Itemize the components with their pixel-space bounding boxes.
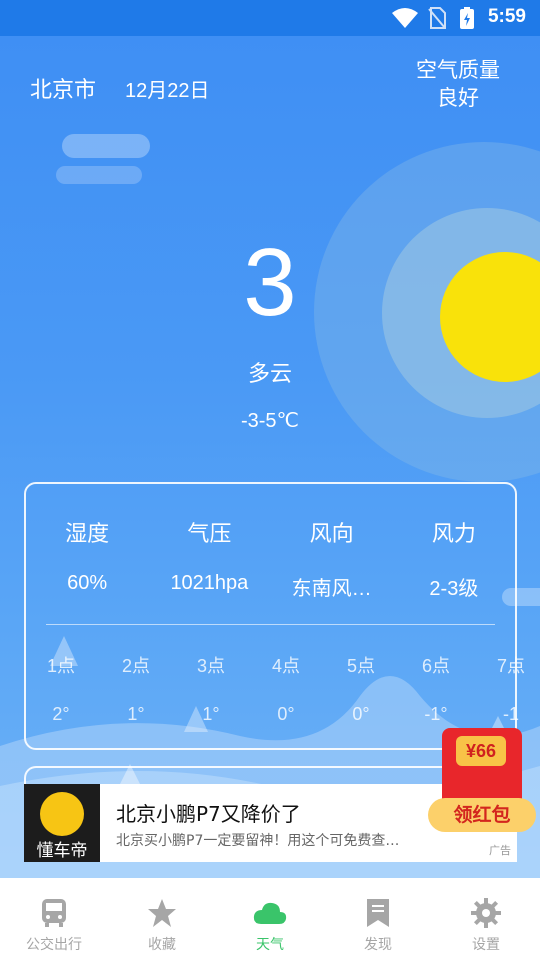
hour-temp: -1 <box>502 704 519 724</box>
status-time: 5:59 <box>487 6 526 27</box>
temperature-range: -3-5℃ <box>240 410 300 432</box>
hour-temp: 1° <box>127 704 145 724</box>
hour-temp: 0° <box>352 704 370 724</box>
tab-favorites[interactable]: 收藏 <box>108 878 216 960</box>
air-quality-label: 空气质量 <box>416 58 500 82</box>
wind-direction-label: 风向 <box>309 522 354 547</box>
hour-label: 5点 <box>346 656 375 676</box>
hour-label: 1点 <box>46 656 75 676</box>
weather-details-card: 湿度 气压 风向 风力 60% 1021hpa 东南风… 2-3级 1点 2点 … <box>24 482 525 750</box>
ad-title: 北京小鹏P7又降价了 <box>116 802 301 826</box>
tab-discover[interactable]: 发现 <box>324 878 432 960</box>
status-bar: 5:59 <box>0 0 540 36</box>
star-icon <box>148 899 176 927</box>
hour-temp: 1° <box>202 704 220 724</box>
tab-label: 天气 <box>256 937 284 953</box>
weather-panel: 北京市 12月22日 空气质量 良好 3 多云 -3-5℃ 湿度 气压 风向 风… <box>0 36 540 878</box>
details-header-row: 湿度 气压 风向 风力 <box>26 516 515 548</box>
ad-tag: 广告 <box>489 844 511 857</box>
tab-settings[interactable]: 设置 <box>432 878 540 960</box>
divider <box>46 624 495 625</box>
air-quality: 空气质量 良好 <box>398 56 518 112</box>
wind-force-value: 2-3级 <box>429 578 479 600</box>
ad-brand-name: 懂车帝 <box>36 841 88 861</box>
red-packet-widget[interactable]: ¥66 领红包 <box>428 724 536 834</box>
tab-label: 设置 <box>472 937 500 953</box>
tab-weather[interactable]: 天气 <box>216 878 324 960</box>
city-name[interactable]: 北京市 <box>30 72 96 104</box>
current-date: 12月22日 <box>125 80 210 102</box>
tab-label: 公交出行 <box>26 937 82 953</box>
wind-force-label: 风力 <box>431 522 476 547</box>
cloud-icon <box>56 166 142 184</box>
bus-icon <box>42 899 66 927</box>
hour-label: 2点 <box>121 656 150 676</box>
pressure-label: 气压 <box>187 522 232 547</box>
humidity-label: 湿度 <box>65 522 110 547</box>
claim-red-packet-button[interactable]: 领红包 <box>428 798 536 832</box>
tab-bus[interactable]: 公交出行 <box>0 878 108 960</box>
air-quality-level: 良好 <box>437 86 479 110</box>
hour-temp: 2° <box>52 704 70 724</box>
current-temperature: 3 <box>243 229 297 336</box>
bottom-tab-bar: 公交出行 收藏 天气 发现 设置 <box>0 878 540 960</box>
no-sim-icon <box>428 7 446 29</box>
battery-icon <box>460 7 474 29</box>
cloud-icon <box>62 134 150 158</box>
bookmark-icon <box>367 899 389 927</box>
ad-brand-logo: 懂车帝 <box>24 784 100 862</box>
wifi-icon <box>392 8 418 28</box>
ad-description: 北京买小鹏P7一定要留神！用这个可免费查… <box>116 833 400 849</box>
hour-label: 6点 <box>421 656 450 676</box>
hour-temp: 0° <box>277 704 295 724</box>
wind-direction-value: 东南风… <box>291 578 372 600</box>
pressure-value: 1021hpa <box>170 572 249 594</box>
tab-label: 发现 <box>364 937 392 953</box>
hour-label: 4点 <box>271 656 300 676</box>
gear-icon <box>471 898 501 928</box>
weather-condition: 多云 <box>247 362 292 387</box>
steering-wheel-icon <box>40 792 84 836</box>
humidity-value: 60% <box>67 572 108 594</box>
cloud-icon <box>253 902 287 924</box>
details-value-row: 60% 1021hpa 东南风… 2-3级 <box>26 572 515 601</box>
hour-label: 3点 <box>196 656 225 676</box>
tab-label: 收藏 <box>148 937 176 953</box>
red-packet-amount: ¥66 <box>456 736 506 766</box>
hour-temp: -1° <box>424 704 448 724</box>
hour-label: 7点 <box>496 656 525 676</box>
